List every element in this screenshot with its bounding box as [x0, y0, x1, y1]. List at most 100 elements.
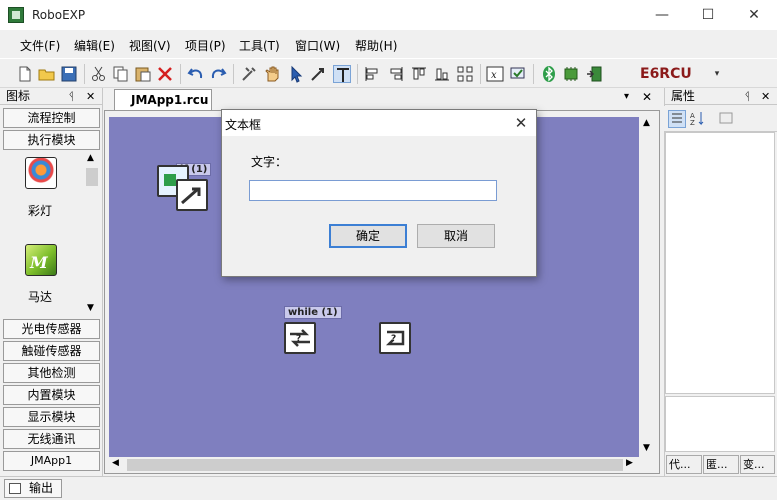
while-block-icon[interactable]: ?: [284, 322, 316, 354]
menu-window[interactable]: 窗口(W): [295, 37, 340, 54]
delete-icon[interactable]: [156, 65, 174, 83]
chevron-down-icon[interactable]: ▼: [87, 303, 94, 313]
window-title: RoboEXP: [32, 8, 86, 22]
scrollbar-thumb[interactable]: [86, 168, 98, 186]
align-right-icon[interactable]: [387, 65, 405, 83]
color-lamp-icon[interactable]: [25, 157, 57, 189]
close-button[interactable]: ✕: [731, 0, 777, 30]
close-icon[interactable]: ✕: [761, 88, 770, 105]
menu-project[interactable]: 项目(P): [185, 37, 226, 54]
menu-tools[interactable]: 工具(T): [239, 37, 280, 54]
menu-view[interactable]: 视图(V): [129, 37, 171, 54]
toolbar-separator: [180, 64, 181, 84]
category-touch-sensor[interactable]: 触碰传感器: [3, 341, 100, 361]
bluetooth-icon[interactable]: [540, 65, 558, 83]
palette-item-label: 彩灯: [27, 204, 52, 218]
chip-icon[interactable]: [562, 65, 580, 83]
chevron-down-icon[interactable]: ▾: [708, 65, 726, 83]
menu-help[interactable]: 帮助(H): [355, 37, 397, 54]
ok-button[interactable]: 确定: [329, 224, 407, 248]
close-icon[interactable]: ✕: [510, 113, 532, 133]
align-top-icon[interactable]: [410, 65, 428, 83]
if-block-icon[interactable]: [176, 179, 208, 211]
menu-edit[interactable]: 编辑(E): [74, 37, 115, 54]
toolbar-separator: [233, 64, 234, 84]
toolbar: x E6RCU ▾: [0, 58, 777, 88]
tab-variables[interactable]: 变...: [740, 455, 775, 474]
download-icon[interactable]: [585, 65, 603, 83]
close-icon[interactable]: ✕: [86, 88, 95, 105]
dialog-title: 文本框: [225, 118, 262, 132]
grid-icon[interactable]: [456, 65, 474, 83]
tab-code[interactable]: 代...: [666, 455, 702, 474]
category-actuator[interactable]: 执行模块: [3, 130, 100, 150]
sort-alpha-icon[interactable]: AZ: [690, 110, 708, 128]
dialog-title-bar: 文本框 ✕: [222, 110, 536, 136]
property-pages-icon[interactable]: [718, 110, 736, 128]
canvas-horizontal-scrollbar[interactable]: ◀ ▶: [109, 457, 640, 473]
hand-icon[interactable]: [263, 65, 281, 83]
chevron-left-icon[interactable]: ◀: [112, 458, 119, 468]
tools-icon[interactable]: [240, 65, 258, 83]
app-icon: [8, 7, 24, 23]
tab-list-icon[interactable]: ▾: [624, 91, 629, 102]
tab-jmapp1[interactable]: JMApp1.rcu: [114, 89, 212, 110]
menu-bar: 文件(F) 编辑(E) 视图(V) 项目(P) 工具(T) 窗口(W) 帮助(H…: [0, 30, 777, 58]
properties-panel-title: 属性: [671, 89, 696, 103]
categorized-icon[interactable]: [668, 110, 686, 128]
variable-icon[interactable]: x: [486, 65, 504, 83]
cancel-button[interactable]: 取消: [417, 224, 495, 248]
icon-panel-title: 图标: [6, 89, 31, 103]
redo-icon[interactable]: [209, 65, 227, 83]
svg-text:?: ?: [391, 334, 396, 344]
toolbar-separator: [84, 64, 85, 84]
compile-icon[interactable]: [509, 65, 527, 83]
align-bottom-icon[interactable]: [433, 65, 451, 83]
text-input[interactable]: [249, 180, 497, 201]
properties-description: [665, 396, 775, 452]
pin-icon[interactable]: ᛩ: [744, 88, 751, 105]
save-icon[interactable]: [60, 65, 78, 83]
category-jmapp1[interactable]: JMApp1: [3, 451, 100, 471]
category-wireless[interactable]: 无线通讯: [3, 429, 100, 449]
canvas-vertical-scrollbar[interactable]: ▲ ▼: [640, 117, 656, 457]
paste-icon[interactable]: [134, 65, 152, 83]
menu-file[interactable]: 文件(F): [20, 37, 60, 54]
chevron-up-icon[interactable]: ▲: [643, 118, 650, 128]
link-icon[interactable]: [309, 65, 327, 83]
loop-end-block-icon[interactable]: ?: [379, 322, 411, 354]
align-left-icon[interactable]: [363, 65, 381, 83]
properties-grid[interactable]: [665, 132, 775, 394]
maximize-button[interactable]: ☐: [685, 0, 731, 30]
undo-icon[interactable]: [187, 65, 205, 83]
chevron-down-icon[interactable]: ▼: [643, 443, 650, 453]
category-built-in[interactable]: 内置模块: [3, 385, 100, 405]
category-other-detection[interactable]: 其他检测: [3, 363, 100, 383]
scrollbar-thumb[interactable]: [127, 459, 623, 471]
properties-toolbar: AZ: [664, 106, 777, 132]
category-photo-sensor[interactable]: 光电传感器: [3, 319, 100, 339]
pin-icon[interactable]: ᛩ: [68, 88, 75, 105]
tab-anonymous[interactable]: 匿...: [703, 455, 739, 474]
title-bar: RoboEXP — ☐ ✕: [0, 0, 777, 30]
category-display[interactable]: 显示模块: [3, 407, 100, 427]
target-device-select[interactable]: E6RCU: [640, 66, 692, 82]
open-folder-icon[interactable]: [38, 65, 56, 83]
new-file-icon[interactable]: [16, 65, 34, 83]
copy-icon[interactable]: [112, 65, 130, 83]
category-flow-control[interactable]: 流程控制: [3, 108, 100, 128]
close-icon[interactable]: ✕: [642, 90, 652, 104]
palette-scrollbar[interactable]: ▲ ▼: [84, 152, 100, 317]
chevron-right-icon[interactable]: ▶: [626, 458, 633, 468]
properties-panel-header: 属性 ᛩ ✕: [665, 88, 777, 105]
motor-icon[interactable]: M: [25, 244, 57, 276]
text-icon[interactable]: [333, 65, 351, 83]
chevron-up-icon[interactable]: ▲: [87, 153, 94, 163]
minimize-button[interactable]: —: [639, 0, 685, 30]
status-area: [0, 476, 777, 500]
output-icon: [9, 483, 21, 494]
cut-icon[interactable]: [90, 65, 108, 83]
text-dialog: 文本框 ✕ 文字： 确定 取消: [221, 109, 537, 277]
pointer-icon[interactable]: [287, 65, 305, 83]
toolbar-separator: [357, 64, 358, 84]
